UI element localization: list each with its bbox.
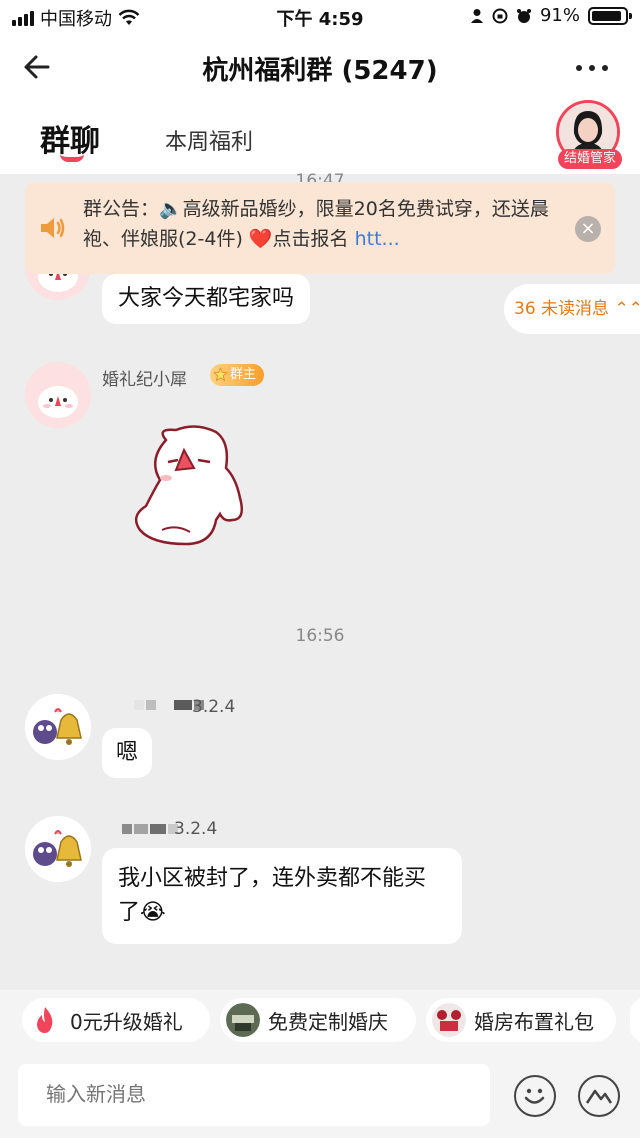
quick-action-upgrade-wedding[interactable]: 0元升级婚礼 (22, 998, 210, 1042)
close-icon[interactable]: × (575, 216, 601, 242)
battery-icon (588, 6, 632, 25)
owner-badge-label: 群主 (230, 367, 257, 382)
announcement-link[interactable]: htt... (355, 228, 400, 250)
header: 杭州福利群 (5247) (0, 36, 640, 98)
unread-messages-button[interactable]: 36 未读消息 ⌃⌃ (504, 284, 640, 334)
battery-fill (592, 10, 622, 21)
wedding-scene-thumbnail (226, 1003, 260, 1037)
message-bubble[interactable]: 我小区被封了，连外卖都不能买了😭 (102, 848, 462, 944)
tab-active-indicator (60, 154, 84, 162)
person-icon (470, 8, 483, 23)
mountain-glyph (585, 1089, 613, 1104)
star-icon (213, 367, 228, 382)
tab-bar: 群聊 本周福利 (0, 98, 640, 174)
quick-actions-bar: 0元升级婚礼 免费定制婚庆 婚房布置礼包 (0, 990, 640, 1050)
smiley-glyph (524, 1088, 545, 1104)
more-options-icon[interactable] (576, 58, 610, 78)
timestamp: 16:56 (295, 626, 345, 646)
alarm-icon (516, 8, 531, 23)
sender-name: 婚礼纪小犀 (102, 370, 187, 390)
quick-action-bridal-room[interactable]: 婚房布置礼包 (426, 998, 616, 1042)
bridal-room-thumbnail (432, 1003, 466, 1037)
sender-name-suffix: 3.2.4 (192, 697, 236, 717)
manager-label: 结婚管家 (558, 149, 622, 169)
sender-name-redacted (122, 824, 178, 834)
sender-name-suffix: 3.2.4 (174, 819, 218, 839)
quick-action-label: 婚房布置礼包 (474, 1009, 594, 1034)
announcement-text: 群公告：🔈高级新品婚纱，限量20名免费试穿，还送晨袍、伴娘服(2-4件) ❤️点… (83, 194, 553, 254)
sender-avatar[interactable] (25, 816, 91, 882)
image-icon[interactable] (578, 1075, 620, 1117)
quick-action-more[interactable] (630, 998, 640, 1042)
group-announcement[interactable]: 群公告：🔈高级新品婚纱，限量20名免费试穿，还送晨袍、伴娘服(2-4件) ❤️点… (25, 182, 615, 274)
message-bubble[interactable]: 大家今天都宅家吗 (102, 274, 311, 324)
rhino-mascot-icon (38, 386, 78, 418)
quick-action-custom-wedding[interactable]: 免费定制婚庆 (220, 998, 416, 1042)
battery-percent: 91% (539, 5, 580, 26)
sender-avatar[interactable] (25, 362, 91, 428)
quick-action-label: 免费定制婚庆 (268, 1009, 388, 1034)
emoji-icon[interactable] (514, 1075, 556, 1117)
owner-badge: 群主 (210, 364, 265, 386)
quick-action-label: 0元升级婚礼 (70, 1009, 183, 1034)
sender-avatar[interactable] (25, 694, 91, 760)
message-bubble[interactable]: 嗯 (102, 728, 153, 778)
wedding-manager-button[interactable]: 结婚管家 (556, 100, 624, 172)
flame-icon (28, 1003, 62, 1037)
message-input[interactable] (18, 1064, 490, 1126)
input-bar (0, 1050, 640, 1138)
bell-cartoon-icon (25, 816, 91, 882)
tab-weekly-benefits[interactable]: 本周福利 (165, 124, 253, 156)
rhino-sticker[interactable] (126, 420, 254, 552)
status-bar: 中国移动 下午 4:59 91% (0, 0, 640, 36)
speaker-icon (41, 218, 65, 238)
announcement-body: 群公告：🔈高级新品婚纱，限量20名免费试穿，还送晨袍、伴娘服(2-4件) ❤️点… (83, 198, 549, 250)
page-title: 杭州福利群 (5247) (202, 56, 438, 86)
bell-cartoon-icon (25, 694, 91, 760)
status-right: 91% (470, 5, 632, 26)
rotation-lock-icon (492, 8, 508, 23)
